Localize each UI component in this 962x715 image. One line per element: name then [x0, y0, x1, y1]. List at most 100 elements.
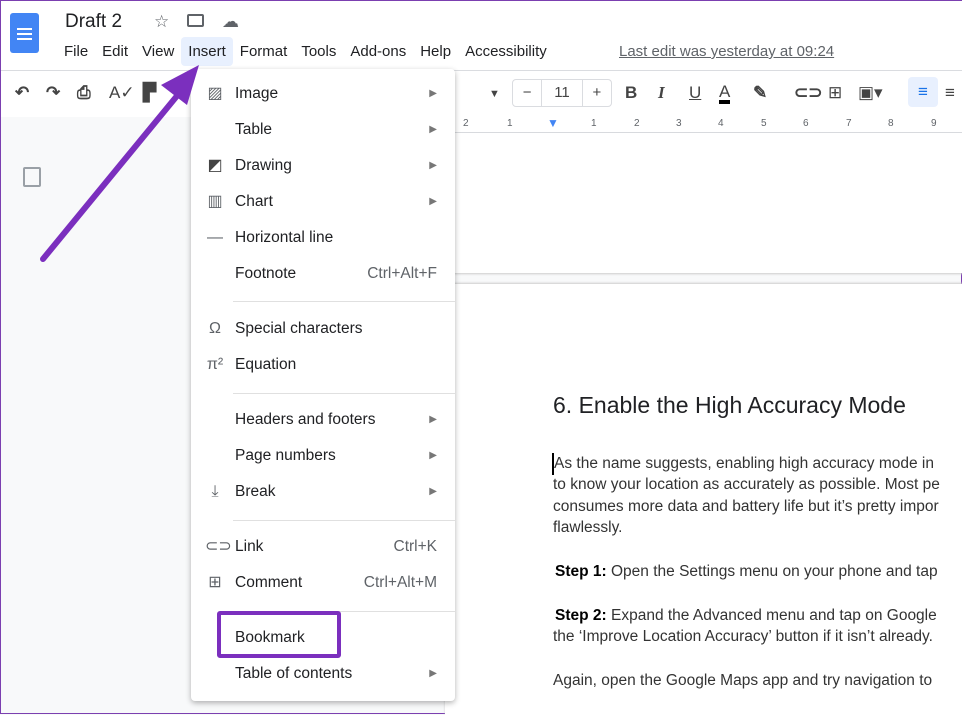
link-icon: ⊂⊃: [205, 538, 232, 555]
link-icon[interactable]: ⊂⊃: [794, 83, 823, 103]
spellcheck-icon[interactable]: A✓: [109, 83, 135, 103]
menu-item-special-characters[interactable]: Ω Special characters: [191, 311, 455, 347]
redo-icon[interactable]: ↷: [46, 83, 60, 103]
menu-file[interactable]: File: [57, 37, 95, 66]
step-label: Step 2:: [555, 607, 607, 624]
menu-item-break[interactable]: ⤓ Break ▶: [191, 474, 455, 510]
menu-add-ons[interactable]: Add-ons: [343, 37, 413, 66]
font-dropdown-chevron-icon[interactable]: ▼: [489, 88, 500, 100]
step-label: Step 1:: [555, 563, 607, 580]
paragraph-line: the ‘Improve Location Accuracy’ button i…: [553, 628, 933, 645]
pi-icon: π²: [206, 356, 224, 373]
align-left-icon[interactable]: ≡: [908, 77, 938, 107]
menu-accessibility[interactable]: Accessibility: [458, 37, 554, 66]
star-icon[interactable]: ☆: [154, 12, 169, 32]
ruler-tick: 2: [463, 118, 469, 129]
menu-item-drawing[interactable]: ◩ Drawing ▶: [191, 148, 455, 184]
ruler-tick: 8: [888, 118, 894, 129]
font-size-stepper[interactable]: − 11 +: [512, 79, 612, 107]
paragraph-line: consumes more data and battery life but …: [553, 498, 939, 515]
menu-item-label: Comment: [235, 574, 303, 591]
undo-icon[interactable]: ↶: [15, 83, 29, 103]
indent-marker-icon[interactable]: ▼: [547, 116, 559, 130]
ruler-tick: 5: [761, 118, 767, 129]
paragraph-line: to know your location as accurately as p…: [553, 476, 940, 493]
menu-item-image[interactable]: ▨ Image ▶: [191, 76, 455, 112]
underline-button[interactable]: U: [689, 83, 701, 103]
paragraph-line: Again, open the Google Maps app and try …: [553, 672, 933, 689]
menu-item-label: Page numbers: [235, 447, 336, 464]
menu-edit[interactable]: Edit: [95, 37, 135, 66]
shortcut-text: Ctrl+Alt+M: [363, 574, 437, 591]
menu-divider: [233, 393, 455, 394]
step-1: Step 1: Open the Settings menu on your p…: [555, 561, 938, 583]
menu-divider: [233, 520, 455, 521]
menu-item-label: Horizontal line: [235, 229, 334, 246]
menu-item-label: Break: [235, 483, 276, 500]
menu-item-table[interactable]: Table ▶: [191, 112, 455, 148]
add-comment-icon[interactable]: ⊞: [828, 83, 842, 103]
move-folder-icon[interactable]: [187, 14, 204, 27]
paint-format-icon[interactable]: ▛: [143, 83, 156, 103]
submenu-arrow-icon: ▶: [429, 414, 437, 425]
document-title[interactable]: Draft 2: [65, 11, 122, 33]
menu-bar: File Edit View Insert Format Tools Add-o…: [57, 37, 554, 66]
paragraph-line: flawlessly.: [553, 519, 623, 536]
menu-item-footnote[interactable]: Footnote Ctrl+Alt+F: [191, 256, 455, 292]
docs-logo-icon[interactable]: [10, 13, 39, 53]
image-icon: ▨: [207, 85, 223, 102]
menu-item-chart[interactable]: ▥ Chart ▶: [191, 184, 455, 220]
document-outline-icon[interactable]: [23, 167, 41, 187]
menu-view[interactable]: View: [135, 37, 181, 66]
submenu-arrow-icon: ▶: [429, 450, 437, 461]
menu-item-label: Image: [235, 85, 279, 102]
cloud-saved-icon[interactable]: ☁: [222, 12, 239, 32]
menu-item-equation[interactable]: π² Equation: [191, 347, 455, 383]
italic-button[interactable]: I: [658, 83, 665, 103]
document-page[interactable]: 6. Enable the High Accuracy Mode As the …: [445, 284, 962, 715]
ruler-tick: 1: [591, 118, 597, 129]
menu-item-label: Equation: [235, 356, 297, 373]
paragraph-line: As the name suggests, enabling high accu…: [552, 453, 934, 475]
insert-image-icon[interactable]: ▣▾: [858, 83, 883, 103]
menu-item-label: Chart: [235, 193, 273, 210]
decrease-font-size-button[interactable]: −: [513, 80, 541, 106]
document-heading: 6. Enable the High Accuracy Mode: [553, 392, 906, 418]
text-color-button[interactable]: A: [719, 83, 731, 104]
increase-font-size-button[interactable]: +: [583, 80, 611, 106]
menu-item-page-numbers[interactable]: Page numbers ▶: [191, 438, 455, 474]
ruler-tick: 2: [634, 118, 640, 129]
omega-icon: Ω: [209, 320, 221, 337]
font-size-input[interactable]: 11: [541, 80, 583, 106]
menu-item-label: Table of contents: [235, 665, 353, 682]
step-2: Step 2: Expand the Advanced menu and tap…: [555, 605, 937, 627]
menu-format[interactable]: Format: [233, 37, 295, 66]
menu-item-label: Special characters: [235, 320, 363, 337]
bold-button[interactable]: B: [625, 83, 637, 103]
menu-item-table-of-contents[interactable]: Table of contents ▶: [191, 656, 455, 692]
menu-item-headers-footers[interactable]: Headers and footers ▶: [191, 402, 455, 438]
menu-tools[interactable]: Tools: [294, 37, 343, 66]
menu-insert[interactable]: Insert: [181, 37, 233, 66]
drawing-icon: ◩: [207, 157, 223, 174]
insert-menu: ▨ Image ▶ Table ▶ ◩ Drawing ▶ ▥ Chart ▶ — Horizo…: [191, 69, 455, 701]
menu-item-label: Table: [235, 121, 273, 138]
submenu-arrow-icon: ▶: [429, 124, 437, 135]
menu-item-link[interactable]: ⊂⊃ Link Ctrl+K: [191, 529, 455, 565]
menu-help[interactable]: Help: [413, 37, 458, 66]
highlight-icon[interactable]: ✎: [753, 83, 767, 103]
shortcut-text: Ctrl+K: [393, 538, 438, 555]
ruler[interactable]: 2 1 ▼ 1 2 3 4 5 6 7 8 9: [445, 116, 962, 133]
menu-item-horizontal-line[interactable]: — Horizontal line: [191, 220, 455, 256]
ruler-tick: 1: [507, 118, 513, 129]
align-center-icon[interactable]: ≡: [945, 83, 955, 103]
menu-item-label: Footnote: [235, 265, 297, 282]
last-edit-link[interactable]: Last edit was yesterday at 09:24: [619, 43, 834, 60]
menu-item-comment[interactable]: ⊞ Comment Ctrl+Alt+M: [191, 565, 455, 601]
break-icon: ⤓: [211, 483, 219, 500]
toolbar: ↶ ↷ ⎙ A✓ ▛ ▼ − 11 + B I U A ✎ ⊂⊃ ⊞ ▣▾ ≡ …: [1, 71, 962, 117]
bookmark-highlight-box: [217, 611, 341, 658]
ruler-tick: 7: [846, 118, 852, 129]
ruler-tick: 4: [718, 118, 724, 129]
print-icon[interactable]: ⎙: [77, 83, 91, 103]
